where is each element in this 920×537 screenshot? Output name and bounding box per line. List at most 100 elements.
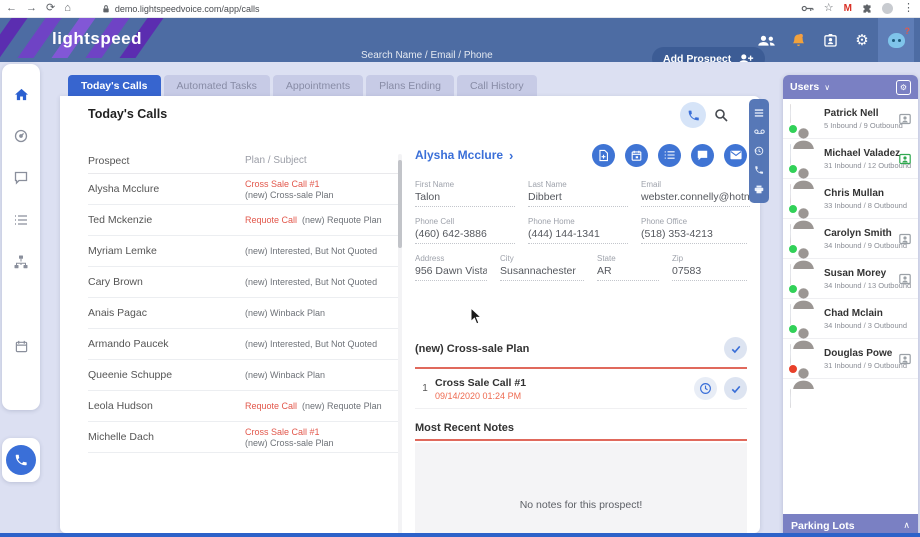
sidebar-calendar-icon[interactable] <box>13 338 29 354</box>
phone-home-field[interactable]: (444) 144-1341 <box>528 228 628 244</box>
plan-label: (new) Requote Plan <box>302 401 382 411</box>
settings-gear-icon[interactable]: ⚙ <box>846 18 878 62</box>
state-field[interactable]: AR <box>597 265 659 281</box>
reschedule-clock-icon[interactable] <box>694 377 717 400</box>
user-item[interactable]: Susan Morey34 Inbound / 13 Outbound <box>783 259 918 299</box>
home-icon[interactable]: ⌂ <box>64 3 71 14</box>
phone-cell-label: Phone Cell <box>415 217 515 226</box>
dock-menu-icon[interactable] <box>754 107 765 118</box>
sms-chat-icon[interactable] <box>691 144 714 167</box>
status-dot <box>788 244 798 254</box>
schedule-calendar-icon[interactable] <box>625 144 648 167</box>
prospect-detail-link[interactable]: Alysha Mcclure › <box>415 148 513 163</box>
navbar-icons: ⚙ ? <box>750 18 914 62</box>
phone-cell-field[interactable]: (460) 642-3886 <box>415 228 515 244</box>
user-card-icon[interactable] <box>899 113 911 125</box>
plan-section-header: (new) Cross-sale Plan <box>415 337 747 360</box>
user-item[interactable]: Michael Valadez31 Inbound / 12 Outbound <box>783 139 918 179</box>
table-row[interactable]: Cary Brown (new) Interested, But Not Quo… <box>88 267 398 298</box>
contact-badge-icon[interactable] <box>814 18 846 62</box>
notifications-bell-icon[interactable] <box>782 18 814 62</box>
sidebar-home-icon[interactable] <box>13 86 29 102</box>
user-call-stats: 31 Inbound / 9 Outbound <box>824 361 899 370</box>
prospect-name: Michelle Dach <box>88 431 245 443</box>
table-row[interactable]: Queenie Schuppe (new) Winback Plan <box>88 360 398 391</box>
user-item[interactable]: Chad Mclain34 Inbound / 3 Outbound <box>783 299 918 339</box>
app-navbar: lightspeed Add Prospect ⚙ ? <box>0 18 920 62</box>
user-call-stats: 34 Inbound / 9 Outbound <box>824 241 899 250</box>
user-card-icon[interactable] <box>899 153 911 165</box>
softphone-button[interactable] <box>6 445 36 475</box>
gmail-icon[interactable]: M <box>844 3 852 14</box>
zip-field[interactable]: 07583 <box>672 265 747 281</box>
email-icon[interactable] <box>724 144 747 167</box>
user-call-stats: 34 Inbound / 3 Outbound <box>824 321 907 330</box>
prospect-table: Prospect Plan / Subject Alysha Mcclure C… <box>88 148 398 453</box>
browser-profile-avatar[interactable] <box>882 3 893 14</box>
table-row[interactable]: Myriam Lemke (new) Interested, But Not Q… <box>88 236 398 267</box>
softphone-card <box>2 438 40 482</box>
city-field[interactable]: Susannachester <box>500 265 584 281</box>
tab-call-history[interactable]: Call History <box>457 75 537 96</box>
forward-icon[interactable]: → <box>26 3 37 14</box>
search-input[interactable] <box>360 48 656 62</box>
plan-label: (new) Cross-sale Plan <box>245 190 334 200</box>
sidebar-messages-icon[interactable] <box>13 170 29 186</box>
sidebar-workflow-icon[interactable] <box>13 254 29 270</box>
tab-automated-tasks[interactable]: Automated Tasks <box>164 75 270 96</box>
table-row[interactable]: Anais Pagac (new) Winback Plan <box>88 298 398 329</box>
table-row[interactable]: Leola Hudson Requote Call(new) Requote P… <box>88 391 398 422</box>
status-dot <box>788 204 798 214</box>
tab-plans-ending[interactable]: Plans Ending <box>366 75 454 96</box>
dial-phone-button[interactable] <box>680 102 706 128</box>
dock-fax-icon[interactable] <box>754 184 765 195</box>
parking-caret-up-icon: ∧ <box>903 520 910 531</box>
key-icon[interactable] <box>801 5 814 12</box>
users-settings-gear-icon[interactable]: ⚙ <box>896 80 911 95</box>
users-panel-header[interactable]: Users ∨ ⚙ <box>783 75 918 99</box>
task-list-icon[interactable] <box>658 144 681 167</box>
table-row[interactable]: Michelle Dach Cross Sale Call #1(new) Cr… <box>88 422 398 453</box>
extension-puzzle-icon[interactable] <box>862 4 872 14</box>
complete-plan-check-icon[interactable] <box>724 337 747 360</box>
search-icon[interactable] <box>714 107 730 123</box>
user-name: Douglas Powe <box>824 348 899 359</box>
dock-history-icon[interactable] <box>754 145 765 156</box>
table-scrollbar[interactable] <box>398 154 402 537</box>
table-row[interactable]: Armando Paucek (new) Interested, But Not… <box>88 329 398 360</box>
user-item[interactable]: Douglas Powe 31 Inbound / 9 Outbound <box>783 339 918 379</box>
user-card-icon[interactable] <box>899 353 911 365</box>
tab-todays-calls[interactable]: Today's Calls <box>68 75 161 96</box>
user-card-icon[interactable] <box>899 273 911 285</box>
sidebar-dialer-gauge-icon[interactable] <box>13 128 29 144</box>
scrollbar-thumb[interactable] <box>398 160 402 248</box>
add-prospect-button[interactable]: Add Prospect <box>652 47 765 62</box>
overflow-menu-icon[interactable]: ⋮ <box>903 3 914 14</box>
plan-task-row[interactable]: 1 Cross Sale Call #1 09/14/2020 01:24 PM <box>415 369 747 409</box>
last-name-field[interactable]: Dibbert <box>528 191 628 207</box>
prospect-name: Cary Brown <box>88 276 245 288</box>
complete-task-check-icon[interactable] <box>724 377 747 400</box>
zip-label: Zip <box>672 254 747 263</box>
add-note-icon[interactable] <box>592 144 615 167</box>
dock-voicemail-icon[interactable] <box>754 126 765 137</box>
phone-office-field[interactable]: (518) 353-4213 <box>641 228 747 244</box>
users-icon[interactable] <box>750 18 782 62</box>
tab-appointments[interactable]: Appointments <box>273 75 363 96</box>
table-row[interactable]: Ted Mckenzie Requote Call(new) Requote P… <box>88 205 398 236</box>
email-field[interactable]: webster.connelly@hotn <box>641 191 750 207</box>
user-item[interactable]: Patrick Nell5 Inbound / 9 Outbound <box>783 99 918 139</box>
first-name-field[interactable]: Talon <box>415 191 515 207</box>
star-icon[interactable]: ☆ <box>824 3 834 14</box>
help-bot-icon[interactable]: ? <box>878 18 914 62</box>
refresh-icon[interactable]: ⟳ <box>46 3 55 14</box>
user-item[interactable]: Carolyn Smith34 Inbound / 9 Outbound <box>783 219 918 259</box>
user-item[interactable]: Chris Mullan33 Inbound / 8 Outbound <box>783 179 918 219</box>
user-card-icon[interactable] <box>899 233 911 245</box>
table-row[interactable]: Alysha Mcclure Cross Sale Call #1(new) C… <box>88 174 398 205</box>
back-icon[interactable]: ← <box>6 3 17 14</box>
dock-phone-icon[interactable] <box>754 165 765 176</box>
url-bar[interactable]: demo.lightspeedvoice.com/app/calls <box>80 4 260 14</box>
sidebar-list-icon[interactable] <box>13 212 29 228</box>
address-field[interactable]: 956 Dawn Vista <box>415 265 487 281</box>
